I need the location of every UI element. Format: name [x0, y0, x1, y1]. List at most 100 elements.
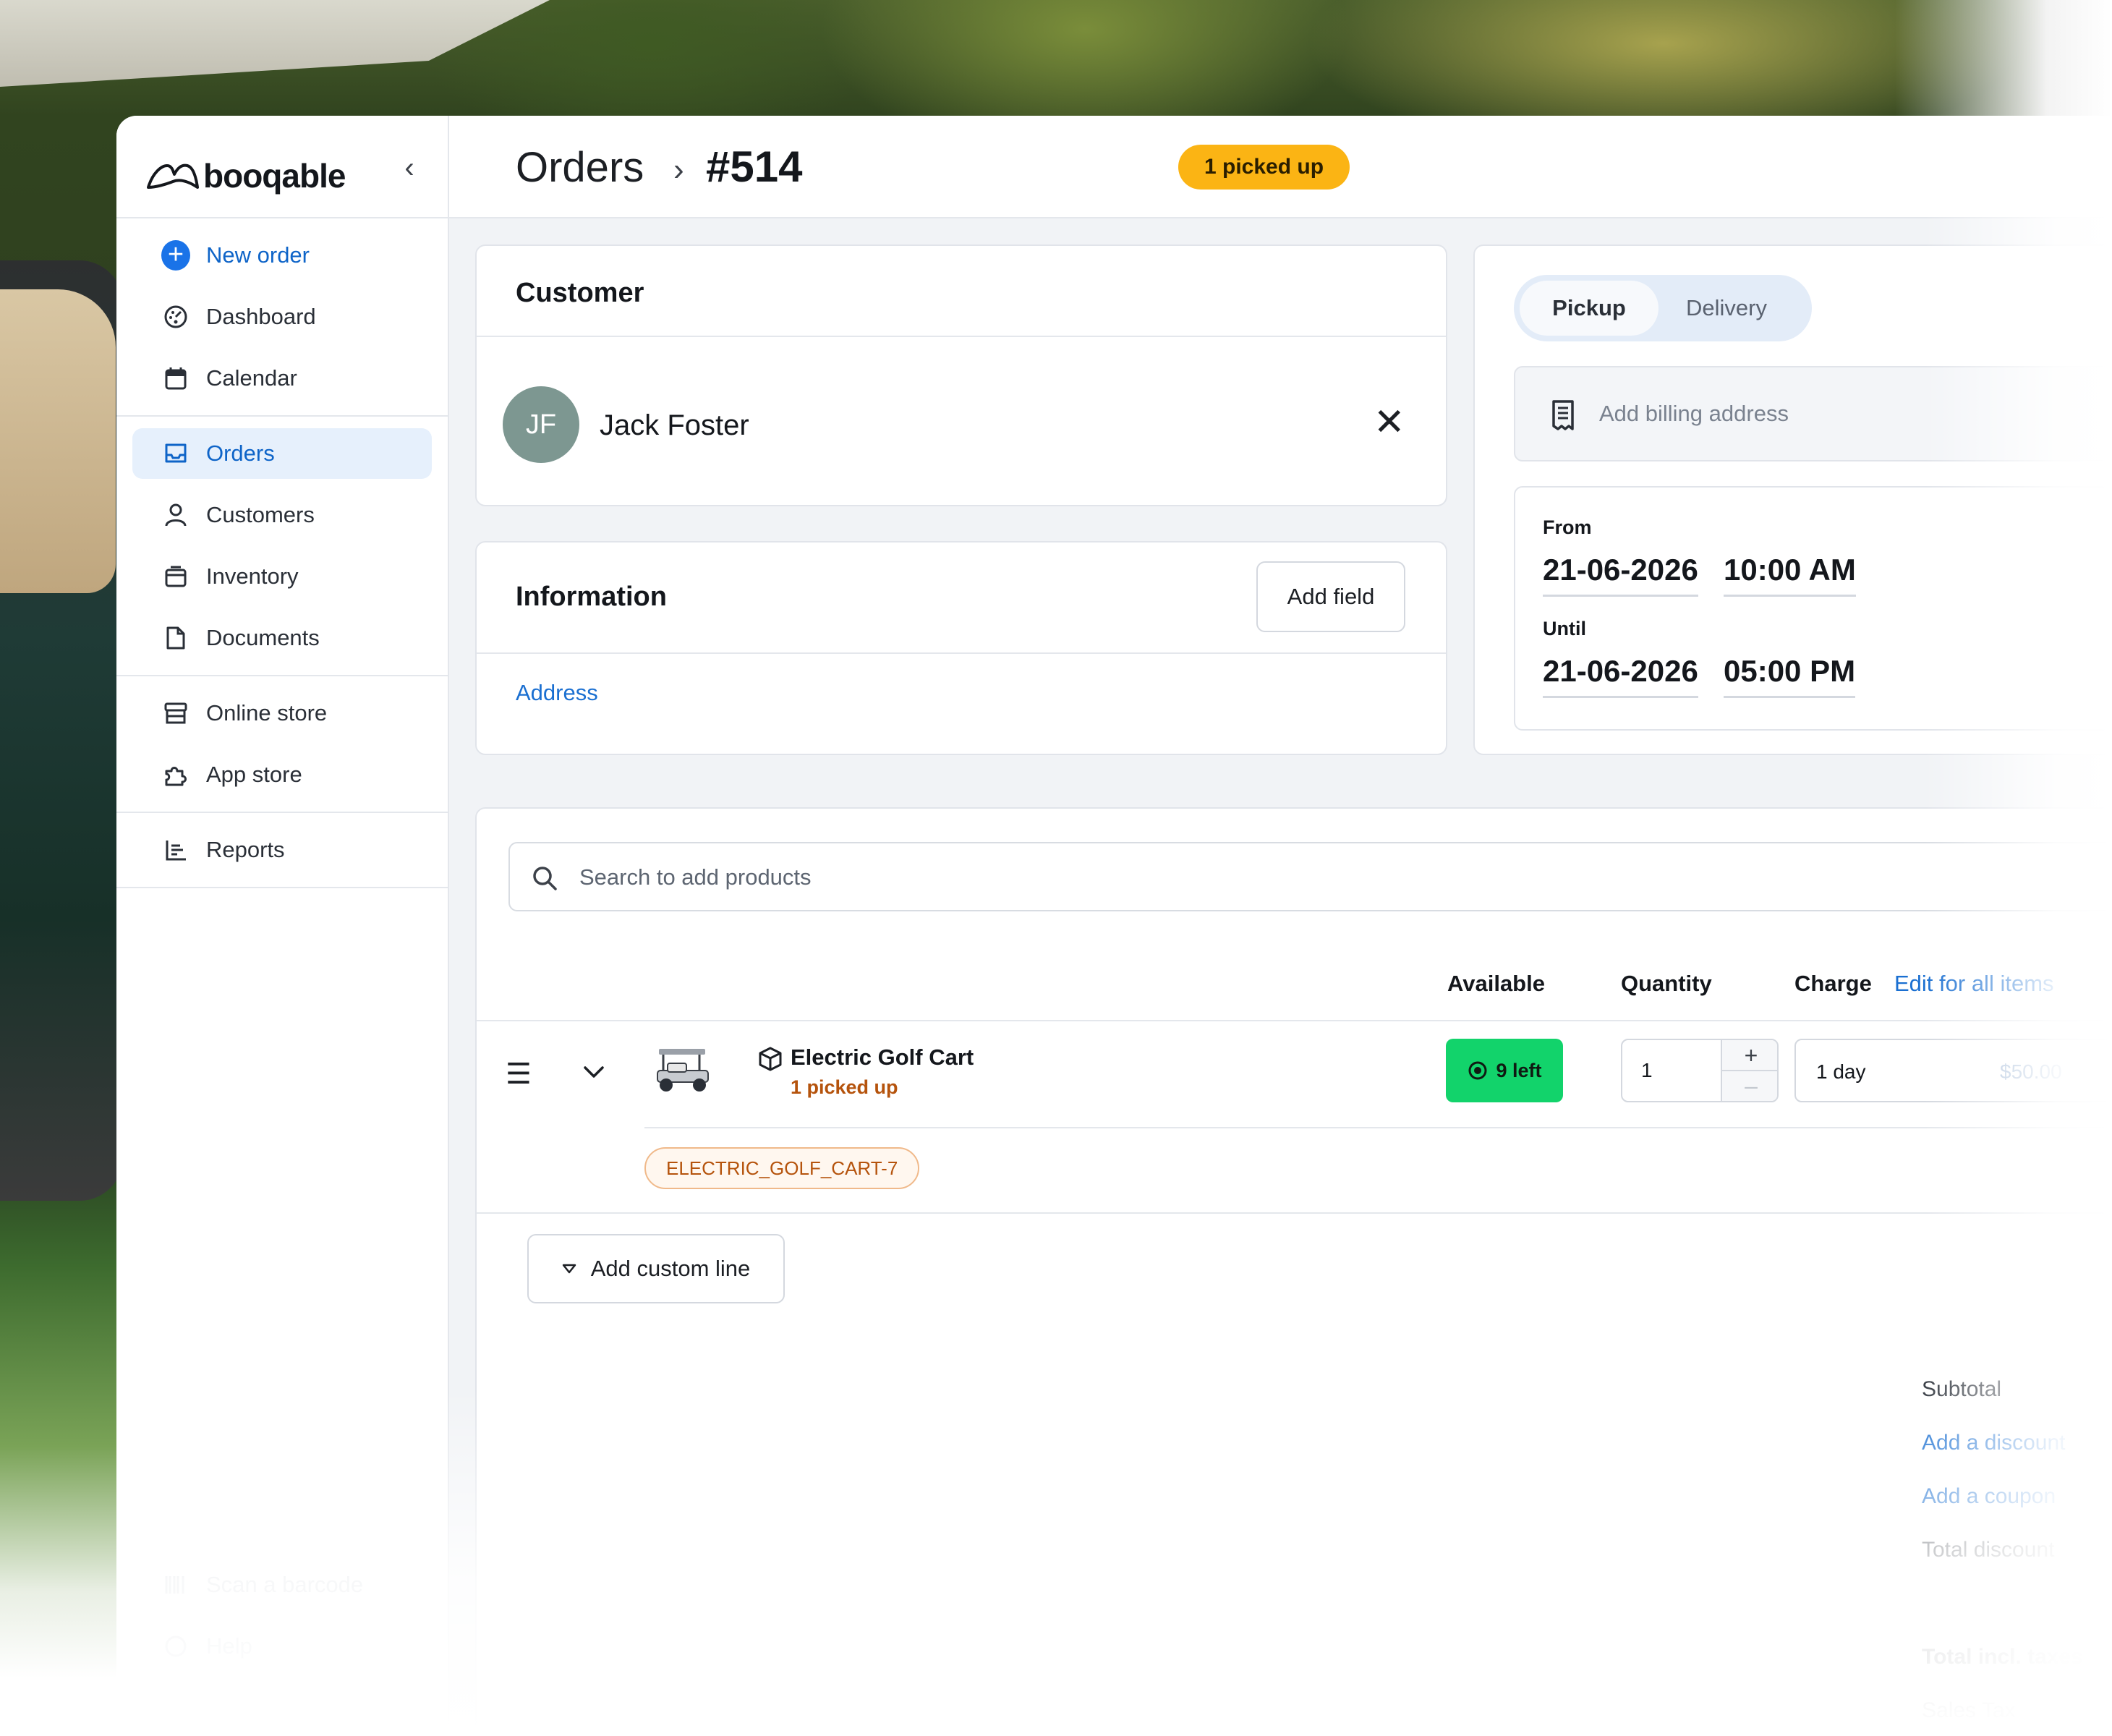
- address-link[interactable]: Address: [516, 680, 598, 706]
- stock-item-tag[interactable]: ELECTRIC_GOLF_CART-7: [644, 1147, 920, 1189]
- column-available: Available: [1447, 971, 1545, 996]
- total-discount-label: Total discount: [1922, 1538, 2055, 1562]
- sidebar-item-reports[interactable]: Reports: [132, 825, 432, 875]
- sidebar-item-inventory[interactable]: Inventory: [132, 551, 432, 602]
- plus-icon: +: [161, 240, 190, 271]
- nav-group-orders: Orders Customers Inventory Documents: [116, 417, 448, 676]
- golf-cart-thumbnail: [657, 1049, 709, 1092]
- column-charge: Charge: [1794, 971, 1872, 996]
- from-date-input[interactable]: 21-06-2026: [1543, 553, 1698, 597]
- products-card: Search to add products Available Quantit…: [475, 807, 2112, 1736]
- box-icon: [161, 562, 190, 591]
- information-card-header: Information Add field: [477, 542, 1446, 654]
- divider: [644, 1127, 2112, 1128]
- remove-customer-icon[interactable]: ✕: [1374, 404, 1405, 441]
- until-time-input[interactable]: 05:00 PM: [1724, 654, 1856, 698]
- chart-icon: [161, 835, 190, 864]
- page-title: #514: [706, 142, 803, 191]
- sidebar-item-label: Inventory: [206, 563, 299, 589]
- tab-pickup[interactable]: Pickup: [1520, 281, 1658, 336]
- availability-badge[interactable]: 9 left: [1446, 1039, 1563, 1102]
- breadcrumb-orders[interactable]: Orders: [516, 143, 644, 192]
- help-icon: [161, 1632, 190, 1661]
- charge-period: 1 day: [1816, 1060, 1866, 1083]
- sidebar-item-label: Dashboard: [206, 304, 316, 329]
- sidebar-item-online-store[interactable]: Online store: [132, 688, 432, 739]
- target-icon: [1468, 1061, 1487, 1080]
- until-label: Until: [1543, 618, 1586, 639]
- sidebar-item-label: Calendar: [206, 365, 297, 391]
- sidebar-item-label: Orders: [206, 441, 275, 466]
- drag-handle-icon[interactable]: ☰: [506, 1058, 532, 1091]
- quantity-buttons: + –: [1721, 1040, 1777, 1101]
- divider: [477, 1212, 2112, 1214]
- status-badge: 1 picked up: [1178, 145, 1350, 190]
- edit-all-items-link[interactable]: Edit for all items: [1894, 971, 2054, 997]
- sidebar-item-documents[interactable]: Documents: [132, 613, 432, 663]
- sidebar-item-scan-barcode[interactable]: Scan a barcode: [132, 1560, 432, 1610]
- sidebar-item-app-store[interactable]: App store: [132, 749, 432, 800]
- information-card: Information Add field Address: [475, 541, 1447, 755]
- brand-logo[interactable]: booqable: [145, 156, 346, 195]
- logo-row: booqable ‹: [116, 116, 448, 218]
- subtotal-label: Subtotal: [1922, 1377, 2002, 1401]
- charge-price: $50.00: [2000, 1060, 2062, 1083]
- sidebar-item-help[interactable]: Help: [132, 1621, 432, 1672]
- breadcrumb-separator-icon: ›: [673, 152, 684, 187]
- customer-card-header: Customer: [477, 246, 1446, 337]
- dashboard-icon: [161, 302, 190, 331]
- sidebar-item-new-order[interactable]: + New order: [132, 230, 432, 281]
- sidebar-item-orders[interactable]: Orders: [132, 428, 432, 479]
- brand-name: booqable: [203, 157, 346, 195]
- sidebar: booqable ‹ + New order Dashboard Calenda…: [116, 116, 449, 1736]
- quantity-stepper[interactable]: 1 + –: [1621, 1039, 1779, 1102]
- sidebar-item-dashboard[interactable]: Dashboard: [132, 292, 432, 342]
- avatar: JF: [503, 386, 579, 463]
- from-time-input[interactable]: 10:00 AM: [1724, 553, 1856, 597]
- add-custom-line-label: Add custom line: [590, 1256, 751, 1281]
- puzzle-icon: [161, 760, 190, 789]
- product-search[interactable]: Search to add products: [508, 842, 2112, 911]
- increment-icon[interactable]: +: [1722, 1040, 1777, 1071]
- add-custom-line-button[interactable]: Add custom line: [527, 1234, 785, 1303]
- sidebar-bottom: Scan a barcode Help: [116, 1560, 448, 1672]
- product-name[interactable]: Electric Golf Cart: [791, 1044, 974, 1071]
- add-field-button[interactable]: Add field: [1256, 561, 1405, 632]
- sales-tax-label: Sales Tax: [1922, 1698, 2016, 1722]
- customer-name[interactable]: Jack Foster: [600, 409, 749, 442]
- until-date-input[interactable]: 21-06-2026: [1543, 654, 1698, 698]
- collapse-sidebar-button[interactable]: ‹: [395, 153, 424, 182]
- charge-field[interactable]: 1 day $50.00: [1794, 1039, 2112, 1102]
- from-label: From: [1543, 516, 1592, 538]
- column-quantity: Quantity: [1621, 971, 1712, 996]
- billing-address-field[interactable]: Add billing address: [1514, 366, 2112, 461]
- sidebar-item-label: App store: [206, 762, 302, 787]
- decrement-icon[interactable]: –: [1722, 1071, 1777, 1101]
- nav-group-primary: + New order Dashboard Calendar: [116, 218, 448, 417]
- rental-period: From 21-06-2026 10:00 AM Until 21-06-202…: [1514, 486, 2112, 731]
- availability-count: 9 left: [1496, 1059, 1542, 1081]
- sidebar-item-calendar[interactable]: Calendar: [132, 353, 432, 404]
- tab-delivery[interactable]: Delivery: [1686, 281, 1767, 336]
- product-status: 1 picked up: [791, 1076, 898, 1098]
- search-input[interactable]: Search to add products: [579, 864, 812, 890]
- sidebar-item-label: Reports: [206, 837, 285, 862]
- search-icon: [533, 867, 557, 890]
- receipt-icon: [1552, 400, 1574, 430]
- sidebar-item-customers[interactable]: Customers: [132, 490, 432, 540]
- barcode-icon: [161, 1570, 190, 1599]
- caret-down-icon: [562, 1264, 576, 1274]
- add-discount-link[interactable]: Add a discount: [1922, 1431, 2065, 1455]
- store-icon: [161, 699, 190, 728]
- user-icon: [161, 501, 190, 529]
- app-window: booqable ‹ + New order Dashboard Calenda…: [116, 116, 2112, 1736]
- fulfillment-toggle: Pickup Delivery: [1514, 275, 1812, 341]
- product-package-icon: [759, 1047, 782, 1071]
- add-coupon-link[interactable]: Add a coupon: [1922, 1484, 2056, 1509]
- sidebar-item-label: Help: [206, 1633, 252, 1659]
- total-incl-taxes-label: Total incl. taxes: [1922, 1645, 2083, 1669]
- customer-card: Customer JF Jack Foster ✕: [475, 244, 1447, 506]
- chevron-down-icon[interactable]: [581, 1059, 607, 1085]
- booqable-logo-icon: [147, 163, 199, 189]
- quantity-input[interactable]: 1: [1641, 1059, 1653, 1082]
